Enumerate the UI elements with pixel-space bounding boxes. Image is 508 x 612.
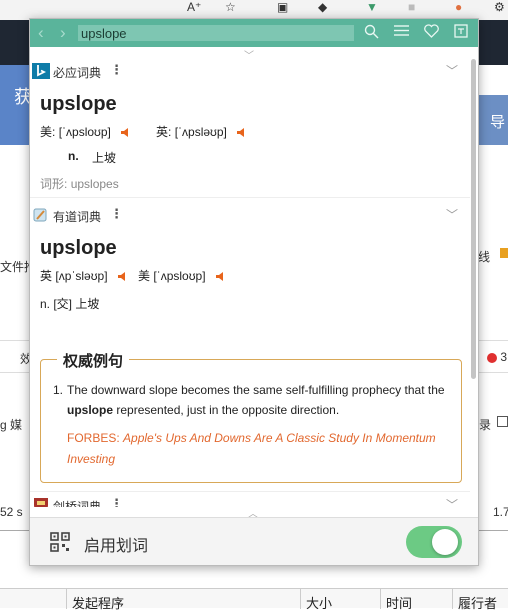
error-count: 3 [500,350,508,364]
bing-forms: 词形: upslopes [40,175,119,192]
example-source-title: Apple's Ups And Downs Are A Classic Stud… [67,431,436,466]
examples-title: 权威例句 [57,350,130,371]
youdao-logo-icon [32,207,50,223]
dictionary-results[interactable]: ﹀ 必应词典 ⋮ ﹀ upslope 美: [ˈʌpsloʊp] 英: [ˈʌp… [30,47,478,507]
bing-collapse-icon[interactable]: ﹀ [446,62,458,79]
example-keyword: upslope [67,403,114,417]
bing-forms-value: upslopes [70,177,119,191]
search-input-value: upslope [81,26,127,41]
favorites-icon[interactable]: ☆ [225,0,236,14]
youdao-us-phonetic: [ˈʌpsloʊp] [153,269,206,283]
extension-icon[interactable]: ◆ [318,0,327,14]
back-arrow-icon[interactable]: ‹ [38,23,44,43]
column-time[interactable]: 时间 [386,593,412,612]
error-icon [487,352,497,363]
bing-us-label: 美: [40,125,56,139]
bg-text-4: g 媒 [0,418,23,432]
ocr-extension-icon[interactable]: ▣ [277,0,288,14]
search-icon[interactable] [362,24,380,42]
collapse-top-icon[interactable]: ﹀ [244,47,254,62]
bing-us-pron: 美: [ˈʌpsloʊp] [40,123,131,140]
bing-dict-name: 必应词典 [53,66,102,80]
bing-uk-speaker-icon[interactable] [236,127,247,138]
toggle-knob [432,529,458,555]
example-sentence: 1. The downward slope becomes the same s… [53,380,457,420]
youdao-definition: n. [交] 上坡 [40,297,100,311]
read-aloud-icon[interactable]: A⁺ [187,0,201,14]
example-source[interactable]: FORBES: Apple's Ups And Downs Are A Clas… [67,428,447,470]
error-badge: 3 [487,350,507,364]
youdao-uk-phonetic: [ʌpˈsləʊp] [55,269,108,283]
forward-arrow-icon[interactable]: › [60,23,66,43]
example-text-pre: The downward slope becomes the same self… [67,383,445,397]
bing-definition: 上坡 [92,151,117,165]
extension-icon-gray[interactable]: ■ [408,0,415,14]
enable-selection-toggle[interactable] [406,526,462,558]
network-table-header: 发起程序 大小 时间 履行者 [0,588,508,611]
youdao-collapse-icon[interactable]: ﹀ [446,206,458,223]
dictionary-popup: ‹ › upslope ﹀ 必应词典 ⋮ ﹀ upslope 美: [ˈʌpsl… [29,18,479,566]
cambridge-more-icon[interactable]: ⋮ [110,496,123,507]
column-initiator[interactable]: 发起程序 [72,593,124,612]
settings-gear-icon[interactable]: ⚙ [494,0,505,14]
qrcode-icon[interactable] [50,532,70,552]
bing-us-speaker-icon[interactable] [120,127,131,138]
bing-us-phonetic: [ˈʌpsloʊp] [58,125,111,139]
bing-logo-icon [32,63,50,79]
youdao-headword: upslope [40,237,117,259]
dict-separator-2 [30,491,470,492]
page-banner-right: 导 [478,95,508,145]
bing-dict-header[interactable]: 必应词典 ⋮ ﹀ [30,61,470,81]
youdao-us-pron: 美 [ˈʌpsloʊp] [138,267,226,284]
dict-separator [30,197,470,198]
menu-icon[interactable] [392,24,410,42]
cambridge-dict-name: 剑桥词典 [53,500,102,507]
browser-toolbar: A⁺ ☆ ▣ ◆ ▼ ■ ● ⚙ [0,0,508,20]
column-size[interactable]: 大小 [306,593,332,612]
bing-uk-pron: 英: [ˈʌpsləʊp] [156,123,247,140]
vue-extension-icon[interactable]: ▼ [366,0,378,14]
column-fulfilled-by[interactable]: 履行者 [458,593,497,612]
bing-forms-label: 词形: [40,177,68,191]
example-body: The downward slope becomes the same self… [67,380,457,420]
bing-headword: upslope [40,93,117,115]
youdao-more-icon[interactable]: ⋮ [110,206,123,222]
authoritative-examples: 权威例句 1. The downward slope becomes the s… [40,350,462,483]
enable-selection-label: 启用划词 [84,538,149,555]
youdao-dict-header[interactable]: 有道词典 ⋮ ﹀ [30,205,470,225]
youdao-us-label: 美 [138,269,151,283]
bing-pos: n. [68,149,79,163]
bing-more-icon[interactable]: ⋮ [110,62,123,78]
youdao-uk-speaker-icon[interactable] [117,271,128,282]
banner-text-right: 导 [490,114,506,131]
bing-uk-phonetic: [ˈʌpsləʊp] [174,125,227,139]
page-banner-left: 获 [0,65,32,145]
youdao-uk-label: 英 [40,269,53,283]
youdao-dict-name: 有道词典 [53,210,102,224]
bg-text-7: 1.7 [493,505,508,519]
notebook-icon[interactable] [452,24,470,42]
bg-text-6: 52 s [0,505,23,519]
example-text-post: represented, just in the opposite direct… [113,403,340,417]
search-input[interactable]: upslope [78,25,354,41]
favorite-heart-icon[interactable] [422,24,440,42]
bg-marker [500,248,508,258]
bg-text-5: 录 [479,418,492,432]
results-scrollbar[interactable] [471,59,476,379]
cambridge-collapse-icon[interactable]: ﹀ [446,496,458,507]
example-source-name: FORBES: [67,431,120,445]
popup-bottombar: 启用划词 [30,517,478,565]
bg-text-2: 线 [478,250,491,264]
cambridge-logo-icon [32,497,50,507]
example-number: 1. [53,383,64,397]
dictionary-extension-icon[interactable]: ● [455,0,462,14]
youdao-uk-pron: 英 [ʌpˈsləʊp] [40,267,128,284]
bing-uk-label: 英: [156,125,172,139]
youdao-us-speaker-icon[interactable] [215,271,226,282]
popup-topbar: ‹ › upslope [30,19,478,47]
bg-checkbox[interactable] [497,416,508,427]
